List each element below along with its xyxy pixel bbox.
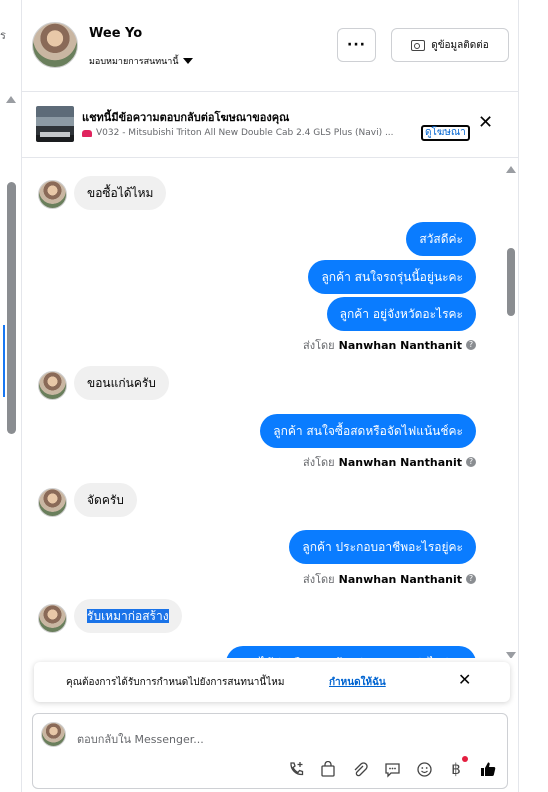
shopping-bag-icon[interactable] [317,758,339,780]
outgoing-message[interactable]: ลูกค้า อยู่จังหวัดอะไรคะ [326,297,476,331]
assign-notice: คุณต้องการได้รับการกำหนดไปยังการสนทนานี้… [34,662,510,702]
sender-name: Nanwhan Nanthanit [338,338,462,352]
avatar [38,604,67,633]
contact-card-icon [411,39,426,51]
avatar[interactable] [32,22,78,68]
outgoing-message[interactable]: ลูกค้า ประกอบอาชีพอะไรอยู่คะ [289,530,476,564]
baht-icon[interactable]: ฿ [445,756,468,780]
ad-reply-banner: แชทนี้มีข้อความตอบกลับต่อโฆษณาของคุณ V03… [22,92,518,158]
contact-name[interactable]: Wee Yo [89,26,142,41]
outgoing-message[interactable]: รายได้ต่อเดือน ลูกค้าอยู่ประมาณเท่าไหร่ค… [226,646,476,658]
right-panel-edge [518,0,548,792]
sender-name: Nanwhan Nanthanit [338,572,462,586]
message-composer[interactable]: ตอบกลับใน Messenger... ฿ [32,713,508,789]
outgoing-message[interactable]: ลูกค้า สนใจซื้อสดหรือจัดไฟแน้นช์คะ [260,414,476,448]
ad-description-text: V032 - Mitsubishi Triton All New Double … [96,128,394,138]
sent-by-prefix: ส่งโดย [303,339,335,352]
incoming-message[interactable]: รับเหมาก่อสร้าง [74,599,182,633]
view-ad-link[interactable]: ดูโฆษณา [421,125,470,141]
scroll-up-arrow-icon[interactable] [506,166,516,173]
selected-text: รับเหมาก่อสร้าง [87,609,169,623]
message-thread: ขอซื้อได้ไหม สวัสดีค่ะ ลูกค้า สนใจรถรุ่น… [22,158,518,658]
conversation-list-edge: ร [0,0,22,792]
incoming-message[interactable]: จัดครับ [74,483,137,517]
conversation-header: Wee Yo มอบหมายการสนทนานี้ ··· ดูข้อมูลติ… [22,0,518,92]
outgoing-message[interactable]: ลูกค้า สนใจรถรุ่นนี้อยู่นะคะ [308,260,476,294]
baht-symbol: ฿ [451,760,461,778]
assign-label: มอบหมายการสนทนานี้ [89,57,179,67]
notification-dot [462,756,468,762]
view-contact-button[interactable]: ดูข้อมูลติดต่อ [391,28,509,62]
ad-thumbnail[interactable] [36,106,74,142]
sent-by-prefix: ส่งโดย [303,573,335,586]
help-icon[interactable]: ? [466,574,476,584]
reply-input[interactable]: ตอบกลับใน Messenger... [77,730,204,748]
scroll-down-arrow-icon[interactable] [506,652,516,658]
list-peek-text: ร [0,29,6,42]
view-contact-label: ดูข้อมูลติดต่อ [431,39,489,51]
help-icon[interactable]: ? [466,457,476,467]
sent-by-prefix: ส่งโดย [303,456,335,469]
messenger-window: ร Wee Yo มอบหมายการสนทนานี้ ··· ดูข้อมูล… [0,0,548,792]
sender-name: Nanwhan Nanthanit [338,455,462,469]
outgoing-message[interactable]: สวัสดีค่ะ [406,222,476,256]
chat-bubble-icon[interactable] [381,758,403,780]
incoming-message[interactable]: ขอซื้อได้ไหม [74,176,167,210]
more-options-button[interactable]: ··· [337,28,376,62]
attachment-icon[interactable] [349,758,371,780]
list-scrollbar[interactable] [7,182,16,434]
sent-by-label: ส่งโดย Nanwhan Nanthanit ? [303,336,476,354]
chevron-down-icon [182,58,193,64]
assign-notice-text: คุณต้องการได้รับการกำหนดไปยังการสนทนานี้… [66,677,285,688]
avatar [38,180,67,209]
composer-toolbar: ฿ [285,756,499,780]
avatar [38,371,67,400]
ad-description: V032 - Mitsubishi Triton All New Double … [82,128,418,138]
scroll-up-arrow-icon[interactable] [6,96,16,103]
help-icon[interactable]: ? [466,340,476,350]
thumbs-up-icon[interactable] [477,758,499,780]
ad-banner-title: แชทนี้มีข้อความตอบกลับต่อโฆษณาของคุณ [82,111,290,124]
incoming-message[interactable]: ขอนแก่นครับ [74,366,169,400]
avatar [38,488,67,517]
emoji-icon[interactable] [413,758,435,780]
assign-dropdown[interactable]: มอบหมายการสนทนานี้ [89,54,193,68]
avatar [41,722,66,747]
sent-by-label: ส่งโดย Nanwhan Nanthanit ? [303,570,476,588]
car-icon [82,129,92,137]
close-icon[interactable]: ✕ [478,114,493,132]
assign-to-me-link[interactable]: กำหนดให้ฉัน [329,675,386,690]
thread-scrollbar[interactable] [507,248,515,316]
sent-by-label: ส่งโดย Nanwhan Nanthanit ? [303,453,476,471]
phone-add-icon[interactable] [285,758,307,780]
close-icon[interactable]: ✕ [458,672,471,688]
active-indicator [3,325,5,397]
